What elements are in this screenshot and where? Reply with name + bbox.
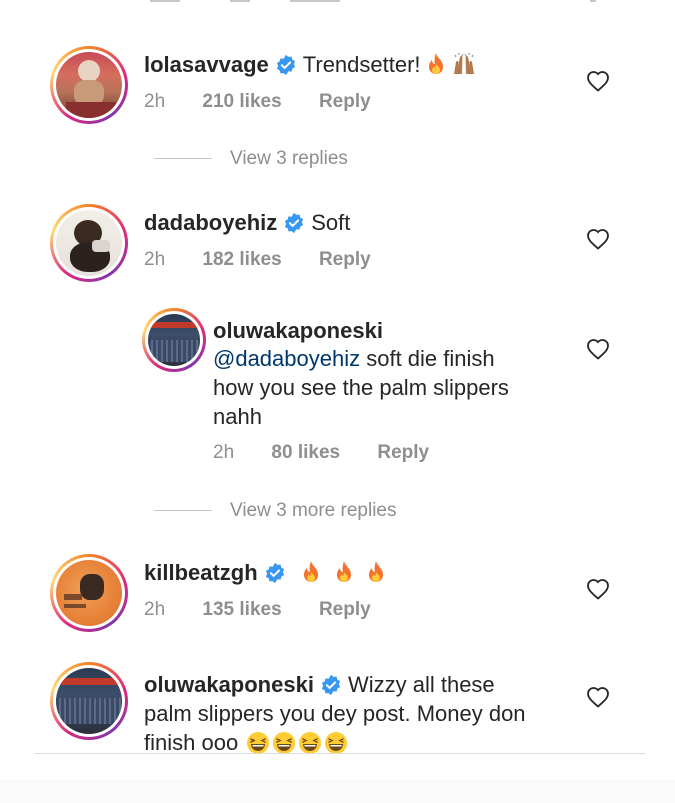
divider-line: [154, 510, 212, 512]
comment-text: finish ooo: [144, 730, 239, 755]
reply-text: how you see the palm slippers: [213, 375, 509, 400]
avatar[interactable]: [50, 662, 128, 740]
comment-meta: 2h 182 likes Reply: [144, 249, 371, 271]
verified-badge-icon: [276, 54, 295, 76]
like-heart-icon[interactable]: [586, 338, 610, 360]
reply-username[interactable]: oluwakaponeski: [213, 318, 383, 343]
reply-button[interactable]: Reply: [319, 249, 371, 271]
comment-username[interactable]: dadaboyehiz: [144, 210, 277, 235]
fire-icon: [429, 53, 443, 74]
reply-text: soft die finish: [360, 346, 495, 371]
comment-meta: 2h 135 likes Reply: [144, 599, 371, 621]
verified-badge-icon: [265, 562, 284, 584]
comment-text: Wizzy all these: [347, 672, 495, 697]
laughing-face-icon: [325, 732, 348, 754]
reply-button[interactable]: Reply: [319, 91, 371, 113]
reply-button[interactable]: Reply: [319, 599, 371, 621]
comment-meta: 2h 210 likes Reply: [144, 91, 371, 113]
reply-likes[interactable]: 80 likes: [271, 442, 340, 464]
laughing-face-icon: [273, 732, 296, 754]
divider-line: [34, 753, 645, 754]
view-replies-label: View 3 more replies: [230, 500, 397, 521]
verified-badge-icon: [285, 212, 304, 234]
mention-link[interactable]: @dadaboyehiz: [213, 346, 360, 371]
reply-meta: 2h 80 likes Reply: [213, 442, 429, 464]
fire-icon: [304, 561, 319, 582]
reply-text: nahh: [213, 404, 262, 429]
like-heart-icon[interactable]: [586, 686, 610, 708]
comment-text: Trendsetter!: [302, 52, 421, 77]
like-heart-icon[interactable]: [586, 228, 610, 250]
comment-time: 2h: [144, 91, 166, 112]
like-heart-icon[interactable]: [586, 578, 610, 600]
comment-text: Soft: [311, 210, 351, 235]
comment-username[interactable]: lolasavvage: [144, 52, 269, 77]
reply-button[interactable]: Reply: [377, 442, 429, 464]
reply-time: 2h: [213, 442, 235, 463]
view-replies-button[interactable]: View 3 replies: [154, 148, 348, 170]
verified-badge-icon: [321, 674, 341, 696]
bottom-bar-area: [0, 780, 675, 803]
avatar[interactable]: [50, 46, 128, 124]
comment-likes[interactable]: 135 likes: [202, 599, 281, 621]
laughing-face-icon: [299, 732, 322, 754]
comment-likes[interactable]: 182 likes: [202, 249, 281, 271]
avatar[interactable]: [50, 204, 128, 282]
comment-time: 2h: [144, 599, 166, 620]
comment-username[interactable]: killbeatzgh: [144, 560, 258, 585]
previous-comment-cutoff: [0, 0, 675, 6]
view-more-replies-button[interactable]: View 3 more replies: [154, 500, 397, 522]
comment-text: palm slippers you dey post. Money don: [144, 701, 526, 726]
view-replies-label: View 3 replies: [230, 148, 348, 169]
comment-likes[interactable]: 210 likes: [202, 91, 281, 113]
divider-line: [154, 158, 212, 160]
like-heart-icon[interactable]: [586, 70, 610, 92]
avatar[interactable]: [142, 308, 206, 372]
fire-icon: [369, 561, 384, 582]
laughing-face-icon: [247, 732, 270, 754]
comment-time: 2h: [144, 249, 166, 270]
raised-hands-icon: [454, 53, 475, 74]
fire-icon: [336, 561, 351, 582]
avatar[interactable]: [50, 554, 128, 632]
comment-username[interactable]: oluwakaponeski: [144, 672, 314, 697]
